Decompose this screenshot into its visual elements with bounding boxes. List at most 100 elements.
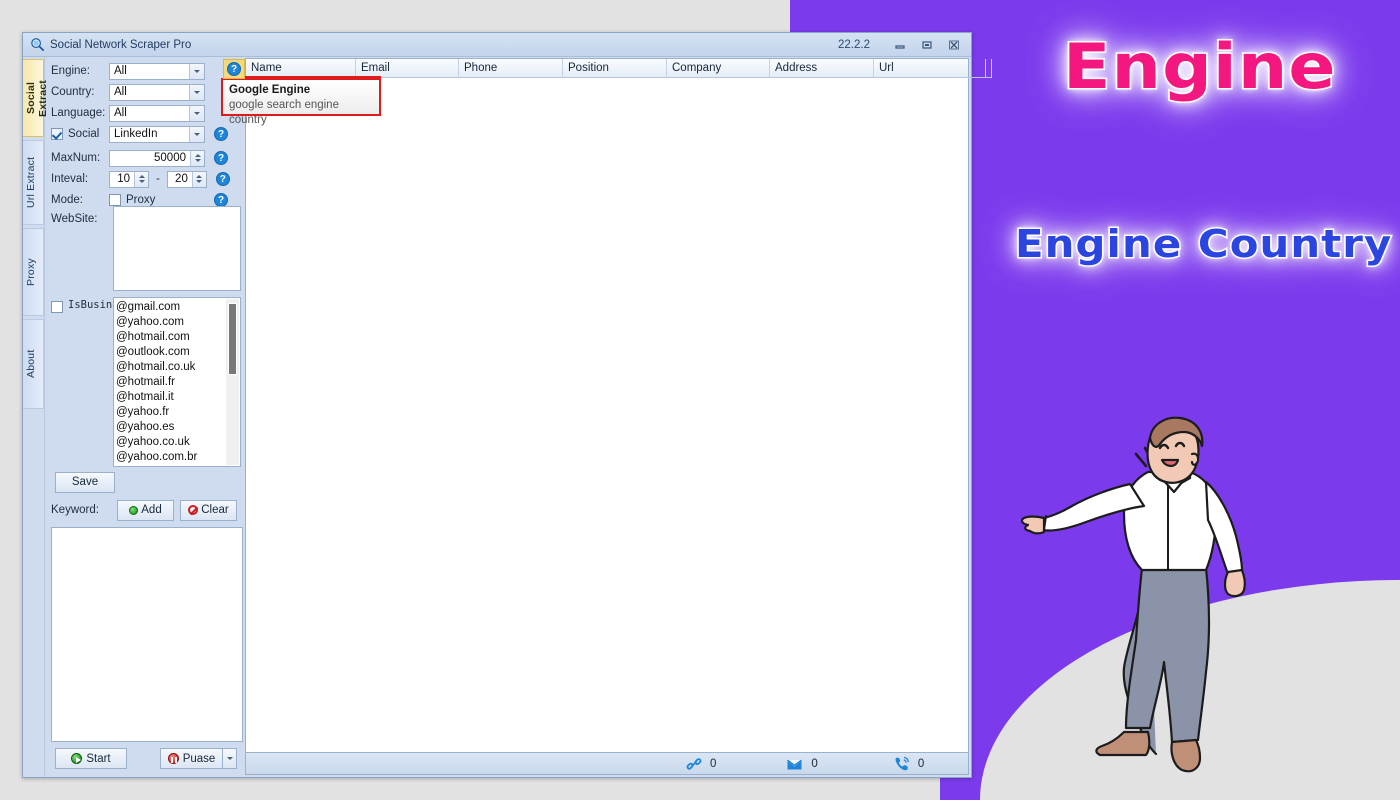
social-label: Social (68, 128, 100, 140)
domain-list-item[interactable]: @hotmail.com (116, 330, 240, 345)
interval-from-stepper[interactable] (134, 171, 148, 187)
window-body: Social Extract Url Extract Proxy About E… (23, 57, 992, 777)
domain-list-item[interactable]: @yahoo.fr (116, 405, 240, 420)
pause-button[interactable]: Puase (160, 748, 222, 769)
email-domain-items: @gmail.com @yahoo.com @hotmail.com @outlook… (114, 298, 240, 466)
domain-list-item[interactable]: @gmail.com (116, 300, 240, 315)
close-button[interactable] (941, 36, 967, 53)
pause-button-label: Puase (182, 752, 216, 765)
social-network-select[interactable]: LinkedIn (109, 125, 205, 143)
grid-column-header[interactable]: Url (874, 59, 986, 78)
interval-label: Inteval: (51, 173, 89, 185)
country-label: Country: (51, 86, 95, 98)
language-select[interactable]: All (109, 104, 205, 122)
domain-list-item[interactable]: @yahoo.com (116, 315, 240, 330)
chevron-down-icon[interactable] (189, 63, 204, 79)
isbusiness-checkbox[interactable] (51, 300, 63, 313)
maxnum-stepper[interactable] (190, 150, 204, 166)
keyword-row: Keyword: Add Clear (47, 499, 243, 521)
chevron-down-icon[interactable] (189, 84, 204, 100)
play-icon (71, 753, 83, 764)
domain-list-item[interactable]: @hotmail.fr (116, 375, 240, 390)
country-value: All (114, 86, 127, 98)
results-area: Name Email Phone Position Company Address Url … (245, 57, 992, 777)
left-control-panel: Engine: All Country: All Language: All S… (45, 57, 245, 777)
scrollbar-thumb[interactable] (228, 302, 237, 375)
clear-button-label: Clear (201, 504, 229, 517)
website-label: WebSite: (51, 213, 98, 225)
tab-proxy[interactable]: Proxy (23, 228, 44, 316)
help-icon[interactable]: ? (214, 193, 228, 207)
social-network-value: LinkedIn (114, 128, 158, 140)
tab-url-extract[interactable]: Url Extract (23, 140, 44, 225)
domain-list-item[interactable]: @outlook.com (116, 345, 240, 360)
domain-list-item[interactable]: @hotmail.co.uk (116, 360, 240, 375)
country-select[interactable]: All (109, 83, 205, 101)
proxy-checkbox-wrap: Proxy (109, 194, 205, 206)
isbusiness-wrap: IsBusiness (47, 297, 131, 467)
interval-help-wrap: ? (207, 169, 233, 189)
website-textarea[interactable] (113, 206, 241, 291)
social-checkbox[interactable] (51, 128, 63, 140)
grid-column-header[interactable]: Position (563, 59, 667, 78)
language-value: All (114, 107, 127, 119)
interval-from-input[interactable]: 10 (109, 170, 149, 188)
pause-dropdown-button[interactable] (222, 748, 237, 769)
help-icon[interactable]: ? (215, 172, 230, 186)
interval-from-value: 10 (117, 173, 130, 185)
phone-count: 0 (917, 757, 925, 770)
save-button[interactable]: Save (55, 471, 115, 493)
results-grid[interactable]: Name Email Phone Position Company Address Url (245, 58, 992, 753)
grid-column-header[interactable]: Phone (459, 59, 563, 78)
title-bar[interactable]: Social Network Scraper Pro 22.2.2 (23, 33, 971, 57)
application-window: Social Network Scraper Pro 22.2.2 Social… (22, 32, 992, 778)
interval-to-value: 20 (175, 173, 188, 185)
tab-about[interactable]: About (23, 319, 44, 409)
man-pointing-left-illustration (1020, 416, 1246, 773)
social-row: Social LinkedIn ? (47, 124, 243, 144)
interval-to-input[interactable]: 20 (166, 170, 207, 188)
chevron-down-icon[interactable] (189, 105, 204, 121)
help-icon[interactable]: ? (214, 127, 228, 141)
add-keyword-button[interactable]: Add (117, 499, 174, 521)
maxnum-help-wrap: ? (205, 148, 231, 168)
maxnum-input[interactable]: 50000 (109, 149, 205, 167)
country-row: Country: All (47, 82, 243, 102)
phone-icon (895, 756, 909, 771)
grid-column-header[interactable]: Company (667, 59, 770, 78)
email-domain-list[interactable]: @gmail.com @yahoo.com @hotmail.com @outlook… (113, 296, 241, 467)
tooltip-title: Google Engine (229, 84, 311, 96)
engine-value: All (114, 65, 127, 77)
link-count: 0 (710, 757, 717, 770)
domain-list-item[interactable]: @hotmail.it (116, 390, 240, 405)
start-button[interactable]: Start (55, 748, 127, 769)
minimize-button[interactable] (887, 36, 913, 53)
tooltip-content: Google Engine google search engine count… (223, 80, 379, 126)
pause-button-group: Puase (160, 748, 237, 769)
domains-row: IsBusiness @gmail.com @yahoo.com @hotmail.… (47, 296, 243, 467)
grid-body[interactable] (246, 78, 968, 752)
help-icon[interactable]: ? (214, 151, 228, 165)
engine-help-icon-highlight[interactable]: ? (223, 59, 245, 79)
clear-keyword-button[interactable]: Clear (180, 499, 237, 521)
chevron-down-icon[interactable] (189, 126, 204, 142)
proxy-checkbox[interactable] (109, 194, 121, 206)
domain-list-scrollbar[interactable] (226, 298, 239, 465)
engine-select[interactable]: All (109, 62, 205, 80)
domain-list-item[interactable]: @yahoo.es (116, 420, 240, 435)
ban-icon (188, 505, 199, 516)
grid-column-header[interactable]: Address (770, 59, 874, 78)
status-bar: 0 0 0 (245, 753, 969, 775)
keyword-textarea[interactable] (51, 526, 243, 742)
tab-social-extract[interactable]: Social Extract (23, 59, 49, 137)
proxy-label: Proxy (126, 194, 156, 206)
language-row: Language: All (47, 103, 243, 123)
interval-to-stepper[interactable] (191, 171, 206, 187)
help-icon[interactable]: ? (227, 62, 241, 76)
domain-list-item[interactable]: @yahoo.com.br (116, 450, 240, 465)
envelope-icon (787, 759, 803, 769)
pause-icon (167, 753, 179, 764)
engine-label: Engine: (51, 65, 91, 77)
maximize-button[interactable] (914, 36, 940, 53)
domain-list-item[interactable]: @yahoo.co.uk (116, 435, 240, 450)
